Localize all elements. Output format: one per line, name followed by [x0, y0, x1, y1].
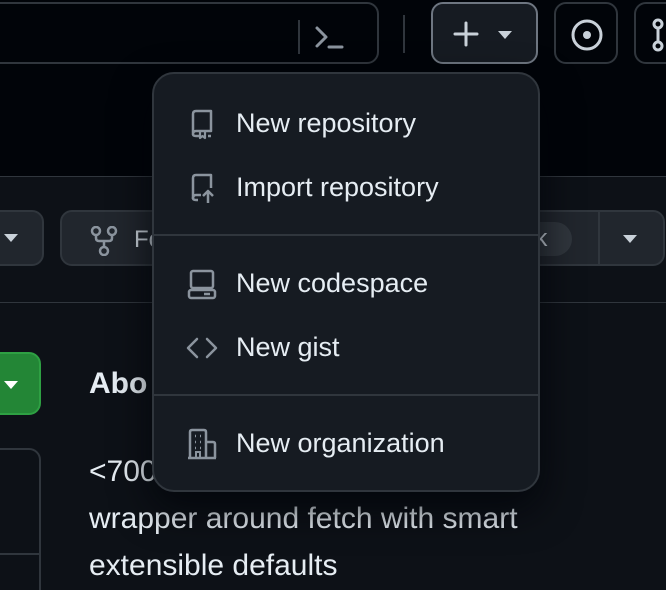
chevron-down-icon[interactable] — [621, 232, 639, 250]
menu-item-label: Import repository — [236, 172, 439, 202]
menu-item-label: New repository — [236, 108, 417, 138]
search-divider — [298, 20, 300, 54]
code-icon — [186, 332, 218, 364]
about-description-line: extensible defaults — [89, 549, 338, 582]
file-list-panel — [0, 448, 41, 590]
command-palette-icon[interactable] — [312, 20, 348, 56]
watch-dropdown-button[interactable] — [0, 210, 44, 266]
menu-item-import-repository[interactable]: Import repository — [154, 160, 538, 216]
git-pull-request-icon — [652, 18, 664, 52]
menu-item-new-gist[interactable]: New gist — [154, 320, 538, 376]
pull-requests-button[interactable] — [634, 2, 666, 64]
menu-item-new-codespace[interactable]: New codespace — [154, 256, 538, 312]
issues-button[interactable] — [554, 2, 618, 64]
repo-push-icon — [186, 172, 218, 204]
about-description-line: wrapper around fetch with smart — [89, 502, 518, 535]
issue-opened-icon — [571, 19, 603, 51]
create-new-menu: New repository Import repository New cod… — [152, 72, 540, 492]
menu-item-new-repository[interactable]: New repository — [154, 96, 538, 152]
chevron-down-icon — [4, 234, 18, 242]
plus-icon — [453, 21, 479, 47]
about-heading: Abo — [89, 367, 148, 400]
chevron-down-icon — [496, 28, 514, 40]
repo-forked-icon — [90, 225, 118, 261]
code-button[interactable] — [0, 352, 41, 415]
chevron-down-icon — [4, 381, 18, 389]
file-list-divider — [0, 553, 40, 555]
menu-item-label: New gist — [236, 332, 340, 362]
create-new-button[interactable] — [431, 2, 538, 64]
repo-icon — [186, 108, 218, 140]
header-divider — [403, 15, 405, 53]
codespaces-icon — [186, 268, 218, 300]
menu-divider — [154, 234, 538, 236]
menu-item-label: New codespace — [236, 268, 429, 298]
organization-icon — [186, 428, 218, 460]
menu-item-label: New organization — [236, 428, 445, 458]
menu-divider — [154, 394, 538, 396]
fork-divider — [598, 212, 600, 264]
menu-item-new-organization[interactable]: New organization — [154, 416, 538, 472]
search-input[interactable] — [0, 2, 379, 64]
